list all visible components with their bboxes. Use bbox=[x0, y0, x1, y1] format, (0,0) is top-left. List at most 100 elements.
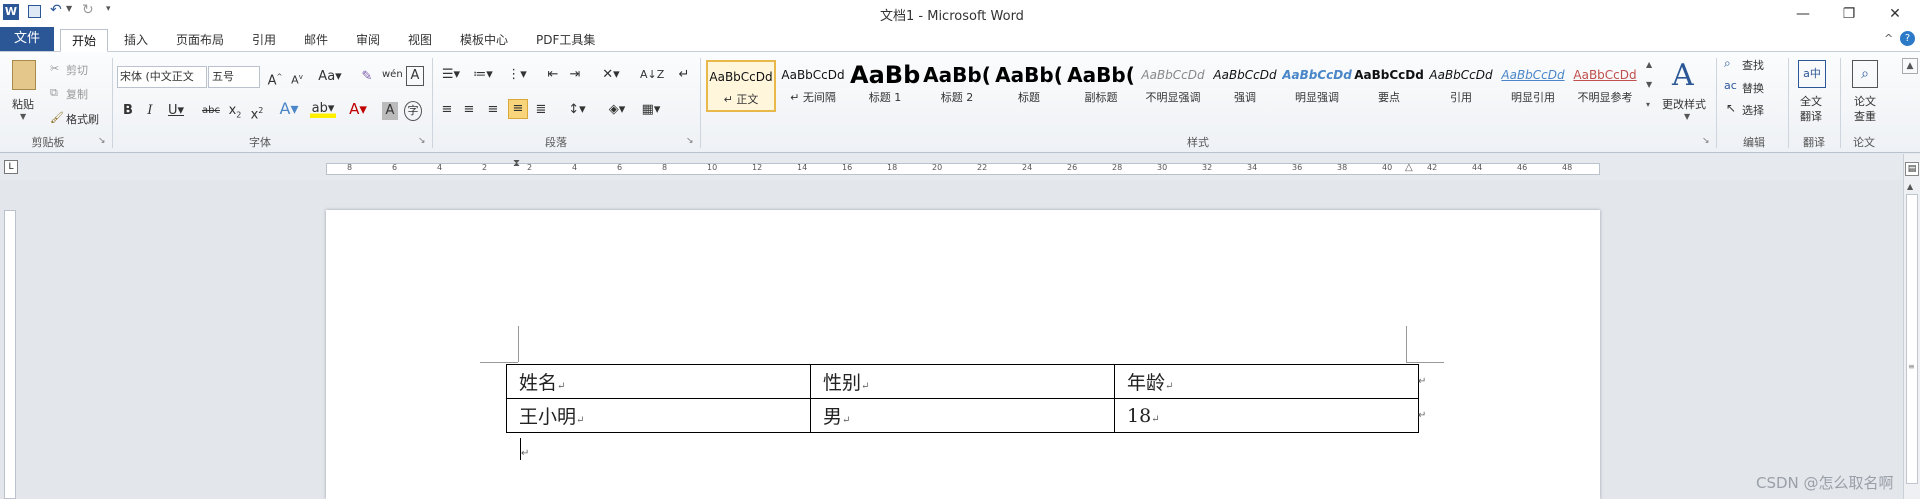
copy-icon[interactable]: ⧉ bbox=[50, 86, 58, 100]
tab-template-center[interactable]: 模板中心 bbox=[456, 29, 512, 52]
paste-dropdown-icon[interactable]: ▼ bbox=[20, 112, 26, 121]
style-item[interactable]: AaBb 标题 1 bbox=[850, 60, 920, 112]
style-item[interactable]: AaBbCcDd ↵ 无间隔 bbox=[778, 60, 848, 112]
paragraph-launcher-icon[interactable]: ↘ bbox=[686, 136, 694, 146]
borders-icon[interactable]: ▦▾ bbox=[638, 101, 664, 119]
subscript-icon[interactable]: x2 bbox=[226, 102, 244, 125]
numbering-icon[interactable]: ≔▾ bbox=[470, 66, 496, 84]
font-name-select[interactable]: 宋体 (中文正文 bbox=[117, 66, 207, 88]
styles-launcher-icon[interactable]: ↘ bbox=[1702, 136, 1710, 146]
tab-pdf-tools[interactable]: PDF工具集 bbox=[532, 29, 599, 52]
multilevel-list-icon[interactable]: ⋮▾ bbox=[504, 66, 530, 84]
word-icon[interactable]: W bbox=[3, 4, 19, 20]
change-case-icon[interactable]: Aa▾ bbox=[318, 68, 342, 86]
style-item[interactable]: AaBbCcDd 不明显参考 bbox=[1570, 60, 1640, 112]
scroll-up-icon[interactable]: ▲ bbox=[1907, 182, 1913, 191]
table-cell[interactable]: 年龄↵ bbox=[1114, 364, 1419, 399]
undo-dropdown-icon[interactable]: ▼ bbox=[66, 4, 72, 13]
style-item[interactable]: AaBbCcDd 明显强调 bbox=[1282, 60, 1352, 112]
style-item[interactable]: AaBbCcDd 强调 bbox=[1210, 60, 1280, 112]
character-shading-icon[interactable]: A bbox=[382, 102, 398, 120]
copy-button[interactable]: 复制 bbox=[66, 86, 88, 102]
tab-mailings[interactable]: 邮件 bbox=[300, 29, 332, 52]
file-tab[interactable]: 文件 bbox=[0, 27, 54, 51]
save-icon[interactable] bbox=[28, 5, 41, 18]
table-cell[interactable]: 18↵ bbox=[1114, 398, 1419, 433]
select-button[interactable]: 选择 bbox=[1742, 102, 1764, 118]
italic-icon[interactable]: I bbox=[142, 102, 158, 120]
tab-home[interactable]: 开始 bbox=[60, 29, 108, 52]
clipboard-launcher-icon[interactable]: ↘ bbox=[98, 136, 106, 146]
styles-scroll-down-icon[interactable]: ▼ bbox=[1646, 80, 1652, 89]
undo-icon[interactable]: ↶ bbox=[50, 2, 62, 18]
customize-icon[interactable]: ▾ bbox=[106, 4, 111, 14]
style-item[interactable]: AaBbCcDd 明显引用 bbox=[1498, 60, 1568, 112]
change-styles-dropdown-icon[interactable]: ▼ bbox=[1684, 112, 1690, 121]
line-spacing-icon[interactable]: ↕▾ bbox=[564, 101, 590, 119]
show-marks-icon[interactable]: ↵ bbox=[676, 66, 692, 84]
redo-icon[interactable]: ↻ bbox=[82, 2, 94, 18]
enclose-character-icon[interactable]: 字 bbox=[404, 101, 422, 121]
vertical-ruler[interactable] bbox=[4, 210, 16, 499]
align-right-icon[interactable]: ≡ bbox=[484, 101, 502, 119]
font-color-icon[interactable]: A▾ bbox=[346, 100, 370, 118]
phonetic-guide-icon[interactable]: wén bbox=[382, 66, 403, 84]
document-table[interactable]: 姓名↵ 性别↵ 年龄↵ 王小明↵ 男↵ 18↵ bbox=[506, 364, 1419, 433]
change-styles-icon[interactable]: A bbox=[1672, 58, 1694, 93]
style-item[interactable]: AaBbCcDd 要点 bbox=[1354, 60, 1424, 112]
restore-button[interactable]: ❐ bbox=[1834, 4, 1864, 24]
style-item[interactable]: AaBb(副标题 bbox=[1066, 60, 1136, 112]
tab-review[interactable]: 审阅 bbox=[352, 29, 384, 52]
replace-button[interactable]: 替换 bbox=[1742, 80, 1764, 96]
table-cell[interactable]: 性别↵ bbox=[810, 364, 1115, 399]
find-icon[interactable]: ⌕ bbox=[1724, 56, 1731, 71]
grow-font-icon[interactable]: A^ bbox=[266, 68, 284, 90]
full-translate-button[interactable]: 全文 翻译 bbox=[1800, 94, 1822, 124]
clear-format-icon[interactable]: ✎ bbox=[358, 68, 376, 86]
format-painter-button[interactable]: 格式刷 bbox=[66, 111, 99, 127]
distributed-icon[interactable]: ≣ bbox=[532, 101, 550, 119]
style-item[interactable]: AaBbCcDd 引用 bbox=[1426, 60, 1496, 112]
vertical-scrollbar[interactable]: ▤ ▲ ≡ bbox=[1903, 154, 1920, 499]
cut-button[interactable]: 剪切 bbox=[66, 62, 88, 78]
table-cell[interactable]: 男↵ bbox=[810, 398, 1115, 433]
replace-icon[interactable]: ac bbox=[1724, 79, 1737, 92]
text-effects-icon[interactable]: A▾ bbox=[278, 100, 300, 118]
character-border-icon[interactable]: A bbox=[406, 66, 424, 86]
style-item[interactable]: AaBb(标题 2 bbox=[922, 60, 992, 112]
bold-icon[interactable]: B bbox=[120, 102, 136, 120]
ribbon-collapse-icon[interactable]: ^ bbox=[1884, 32, 1893, 45]
bullets-icon[interactable]: ☰▾ bbox=[438, 66, 464, 84]
paper-check-button[interactable]: 论文 查重 bbox=[1854, 94, 1876, 124]
table-cell[interactable]: 姓名↵ bbox=[506, 364, 811, 399]
translate-icon[interactable]: a中 bbox=[1798, 60, 1826, 88]
increase-indent-icon[interactable]: ⇥ bbox=[566, 66, 584, 84]
tab-page-layout[interactable]: 页面布局 bbox=[172, 29, 228, 52]
underline-icon[interactable]: U▾ bbox=[166, 102, 186, 120]
strikethrough-icon[interactable]: abc bbox=[200, 102, 222, 120]
indent-marker-icon[interactable]: ⧗ bbox=[513, 158, 520, 169]
right-indent-marker-icon[interactable]: △ bbox=[1405, 162, 1413, 173]
style-item[interactable]: AaBb(标题 bbox=[994, 60, 1064, 112]
styles-scroll-up-icon[interactable]: ▲ bbox=[1646, 60, 1652, 69]
close-button[interactable]: ✕ bbox=[1880, 4, 1910, 24]
find-button[interactable]: 查找 bbox=[1742, 57, 1764, 73]
cut-icon[interactable]: ✂ bbox=[50, 62, 59, 75]
tab-references[interactable]: 引用 bbox=[248, 29, 280, 52]
help-icon[interactable]: ? bbox=[1900, 31, 1915, 46]
align-center-icon[interactable]: ≡ bbox=[460, 101, 478, 119]
select-icon[interactable]: ↖ bbox=[1726, 101, 1736, 115]
shrink-font-icon[interactable]: Av bbox=[288, 68, 306, 90]
font-size-select[interactable]: 五号 bbox=[208, 66, 260, 88]
ribbon-scroll-icon[interactable]: ▲ bbox=[1902, 58, 1918, 74]
decrease-indent-icon[interactable]: ⇤ bbox=[544, 66, 562, 84]
sort-icon[interactable]: A↓Z bbox=[640, 66, 664, 84]
shading-icon[interactable]: ◈▾ bbox=[604, 101, 630, 119]
font-launcher-icon[interactable]: ↘ bbox=[418, 136, 426, 146]
align-left-icon[interactable]: ≡ bbox=[438, 101, 456, 119]
style-item[interactable]: AaBbCcDd ↵ 正文 bbox=[706, 60, 776, 112]
format-painter-icon[interactable]: 🖌 bbox=[50, 111, 64, 124]
ruler-toggle-icon[interactable]: ▤ bbox=[1905, 162, 1919, 176]
justify-icon[interactable]: ≡ bbox=[508, 99, 528, 119]
tab-selector-icon[interactable]: L bbox=[4, 160, 18, 174]
